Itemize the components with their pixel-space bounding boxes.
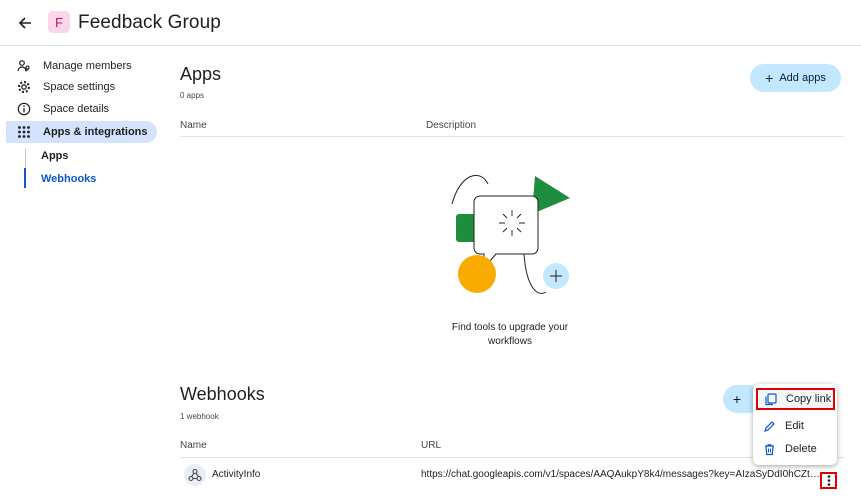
nav-item-label: Space details — [43, 103, 110, 115]
nav-item-manage-members[interactable]: Manage members — [6, 55, 157, 77]
apps-header-divider — [180, 136, 844, 137]
plus-icon: + — [765, 70, 774, 86]
empty-state-line-1: Find tools to upgrade your — [451, 322, 569, 333]
webhook-icon — [188, 468, 202, 482]
gear-icon — [16, 79, 32, 95]
apps-column-name: Name — [180, 120, 207, 131]
nav-item-apps-integrations[interactable]: Apps & integrations — [6, 121, 157, 143]
webhook-name: ActivityInfo — [212, 469, 261, 480]
info-icon — [16, 101, 32, 117]
empty-state-line-2: workflows — [488, 336, 532, 347]
subnav-item-webhooks[interactable]: Webhooks — [41, 173, 96, 185]
nav-item-label: Apps & integrations — [43, 126, 148, 138]
webhook-avatar — [184, 464, 206, 486]
menu-item-delete[interactable]: Delete — [753, 438, 837, 460]
empty-state-illustration — [451, 174, 570, 294]
back-button[interactable] — [14, 12, 36, 34]
people-icon — [16, 58, 32, 74]
copy-icon — [763, 392, 777, 406]
webhooks-column-url: URL — [421, 440, 442, 451]
menu-item-label: Copy link — [786, 393, 832, 405]
illustration-curve-bottom — [523, 253, 547, 294]
add-apps-button[interactable]: + Add apps — [750, 64, 841, 92]
arrow-back-icon — [18, 17, 31, 29]
empty-state-text: Find tools to upgrade your workflows — [430, 321, 590, 349]
subnav-item-apps[interactable]: Apps — [41, 150, 69, 162]
webhooks-column-name: Name — [180, 440, 207, 451]
context-menu: Copy link Edit Delete — [753, 384, 837, 465]
subnav-active-indicator — [24, 168, 26, 188]
webhooks-count: 1 webhook — [180, 412, 219, 421]
pencil-icon — [762, 419, 776, 433]
webhooks-header-divider — [180, 457, 844, 458]
menu-item-label: Delete — [785, 443, 817, 455]
trash-icon — [762, 442, 776, 456]
more-options-button[interactable] — [820, 472, 837, 489]
menu-item-edit[interactable]: Edit — [753, 415, 837, 437]
app-header: F Feedback Group — [0, 0, 861, 46]
nav-item-label: Space settings — [43, 81, 116, 93]
more-vert-icon — [827, 475, 830, 486]
apps-section-title: Apps — [180, 64, 222, 84]
apps-column-description: Description — [426, 120, 477, 131]
space-avatar: F — [48, 11, 70, 33]
webhook-url: https://chat.googleapis.com/v1/spaces/AA… — [421, 469, 821, 480]
menu-item-copy-link[interactable]: Copy link — [756, 388, 835, 410]
nav-item-label: Manage members — [43, 60, 132, 72]
webhooks-section-title: Webhooks — [180, 384, 265, 404]
plus-icon: + — [732, 391, 742, 407]
apps-count: 0 apps — [180, 91, 205, 100]
grid-icon — [16, 124, 32, 140]
nav-item-space-settings[interactable]: Space settings — [6, 76, 157, 98]
nav-item-space-details[interactable]: Space details — [6, 98, 157, 120]
table-row[interactable]: ActivityInfo https://chat.googleapis.com… — [180, 462, 844, 490]
space-name: Feedback Group — [78, 12, 221, 33]
illustration-yellow-circle — [458, 255, 496, 293]
add-apps-label: Add apps — [779, 72, 826, 84]
menu-item-label: Edit — [785, 420, 804, 432]
